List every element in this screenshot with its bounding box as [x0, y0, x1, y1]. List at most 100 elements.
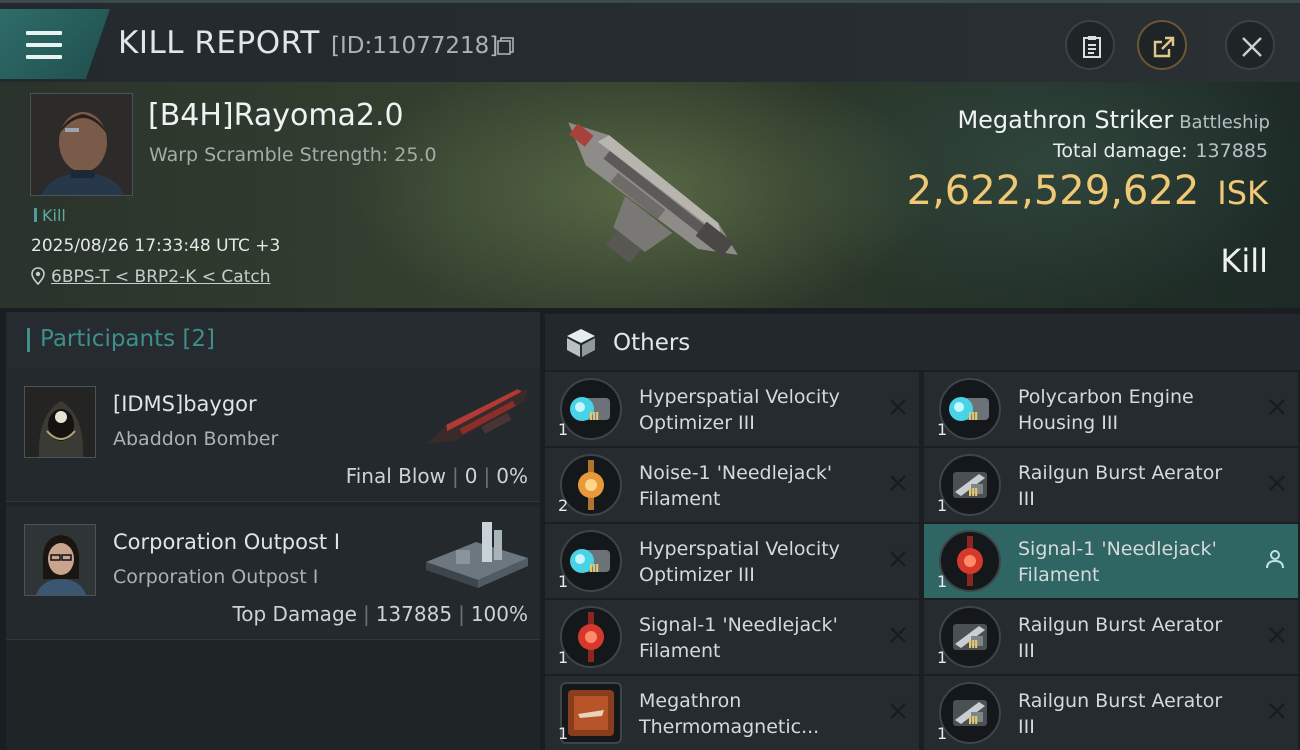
item-row[interactable]: III 1 Hyperspatial Velocity Optimizer III	[545, 524, 919, 598]
item-name: Noise-1 'Needlejack' Filament	[639, 462, 833, 510]
item-quantity: 1	[558, 420, 569, 439]
item-name: Signal-1 'Needlejack' Filament	[1018, 538, 1217, 586]
clipboard-button[interactable]	[1065, 20, 1115, 70]
railgun-rig-icon	[939, 606, 1001, 668]
participant-role: Top Damage	[232, 602, 357, 626]
railgun-rig-icon	[939, 682, 1001, 744]
share-button[interactable]	[1137, 20, 1187, 70]
item-row-selected[interactable]: 1 Signal-1 'Needlejack' Filament	[924, 524, 1298, 598]
item-name: Railgun Burst Aerator III	[1018, 462, 1223, 510]
tech-level: III	[589, 562, 599, 575]
ship-class: Battleship	[1179, 112, 1270, 133]
kill-location[interactable]: 6BPS-T < BRP2-K < Catch	[31, 267, 270, 287]
participant-stats: Final Blow | 0 | 0%	[345, 464, 528, 488]
railgun-rig-icon	[939, 454, 1001, 516]
item-name: Railgun Burst Aerator III	[1018, 690, 1223, 738]
participant-row[interactable]: Corporation Outpost I Corporation Outpos…	[6, 506, 540, 640]
participant-damage: 137885	[375, 602, 453, 626]
copy-icon[interactable]	[497, 37, 515, 55]
close-button[interactable]	[1225, 20, 1275, 70]
item-quantity: 2	[558, 496, 569, 515]
item-row[interactable]: III 1 Railgun Burst Aerator III	[924, 600, 1298, 674]
kill-tag: Kill	[34, 206, 66, 225]
participants-panel: Participants [2] [IDMS]baygor Abaddon Bo…	[6, 312, 540, 750]
participant-ship-image	[426, 522, 528, 588]
filament-orange-icon	[560, 454, 622, 516]
item-quantity: 1	[937, 496, 948, 515]
isk-amount: 2,622,529,622	[906, 168, 1200, 214]
item-name: Railgun Burst Aerator III	[1018, 614, 1223, 662]
isk-value: 2,622,529,622 ISK	[907, 168, 1268, 214]
filament-red-icon	[939, 530, 1001, 592]
item-quantity: 1	[558, 648, 569, 667]
victim-portrait[interactable]	[30, 93, 133, 196]
participants-title: Participants [2]	[40, 326, 215, 352]
item-row[interactable]: 2 Noise-1 'Needlejack' Filament	[545, 448, 919, 522]
participant-percent: 0%	[496, 464, 528, 488]
kill-result: Kill	[1220, 242, 1268, 280]
participant-row[interactable]: [IDMS]baygor Abaddon Bomber Final Blow | 0…	[6, 368, 540, 502]
item-name: Hyperspatial Velocity Optimizer III	[639, 538, 840, 586]
participant-ship: Corporation Outpost I	[113, 566, 319, 588]
item-row[interactable]: III 1 Railgun Burst Aerator III	[924, 448, 1298, 522]
tech-level: III	[968, 714, 978, 727]
others-header: Others	[545, 314, 1300, 370]
rig-icon	[560, 530, 622, 592]
others-title: Others	[613, 330, 691, 356]
participants-header: Participants [2]	[6, 312, 540, 368]
rig-icon	[939, 378, 1001, 440]
victim-ship-image	[568, 122, 738, 264]
menu-button[interactable]	[0, 9, 110, 79]
ship-name: Megathron Striker	[957, 106, 1174, 134]
item-row[interactable]: III 1 Polycarbon Engine Housing III	[924, 372, 1298, 446]
tech-level: III	[968, 638, 978, 651]
item-quantity: 1	[558, 724, 569, 743]
item-name: Megathron Thermomagnetic...	[639, 690, 820, 738]
item-row[interactable]: III 1 Hyperspatial Velocity Optimizer III	[545, 372, 919, 446]
clipboard-icon	[1083, 36, 1101, 58]
item-name: Polycarbon Engine Housing III	[1018, 386, 1194, 434]
participant-ship: Abaddon Bomber	[113, 428, 279, 450]
victim-summary: [B4H]Rayoma2.0 Warp Scramble Strength: 2…	[0, 82, 1300, 308]
item-quantity: 1	[937, 648, 948, 667]
participant-percent: 100%	[470, 602, 528, 626]
destroyed-x-icon	[1269, 627, 1285, 643]
destroyed-x-icon	[890, 627, 906, 643]
item-row[interactable]: 1 Megathron Thermomagnetic...	[545, 676, 919, 750]
location-link[interactable]: 6BPS-T < BRP2-K < Catch	[51, 267, 270, 287]
item-name: Signal-1 'Needlejack' Filament	[639, 614, 838, 662]
participant-name: [IDMS]baygor	[113, 392, 257, 416]
participant-stats: Top Damage | 137885 | 100%	[232, 602, 528, 626]
page-title: KILL REPORT	[118, 25, 320, 61]
victim-ship[interactable]: Megathron Striker Battleship	[957, 106, 1270, 134]
item-name: Hyperspatial Velocity Optimizer III	[639, 386, 840, 434]
participant-ship-image	[427, 389, 528, 445]
others-panel: Others III 1 Hyperspatial Velocity Optimi…	[545, 314, 1300, 750]
kill-id: [ID:11077218]	[331, 33, 499, 59]
destroyed-x-icon	[1269, 703, 1285, 719]
destroyed-x-icon	[890, 399, 906, 415]
blueprint-icon	[560, 682, 622, 744]
destroyed-x-icon	[890, 475, 906, 491]
total-damage-value: 137885	[1195, 140, 1268, 162]
destroyed-x-icon	[890, 551, 906, 567]
item-quantity: 1	[937, 724, 948, 743]
share-icon	[1153, 36, 1175, 58]
participant-role: Final Blow	[345, 464, 447, 488]
total-damage-label: Total damage:	[1053, 140, 1188, 162]
dropped-person-icon	[1266, 550, 1284, 569]
item-row[interactable]: III 1 Railgun Burst Aerator III	[924, 676, 1298, 750]
item-quantity: 1	[937, 572, 948, 591]
location-pin-icon	[31, 267, 45, 285]
hamburger-icon	[26, 31, 62, 59]
destroyed-x-icon	[1269, 475, 1285, 491]
filament-red-icon	[560, 606, 622, 668]
isk-unit: ISK	[1217, 174, 1268, 212]
item-row[interactable]: 1 Signal-1 'Needlejack' Filament	[545, 600, 919, 674]
participant-name: Corporation Outpost I	[113, 530, 341, 554]
warp-scramble: Warp Scramble Strength: 25.0	[149, 144, 437, 166]
victim-name[interactable]: [B4H]Rayoma2.0	[148, 98, 404, 133]
top-bar: KILL REPORT [ID:11077218]	[0, 0, 1300, 82]
destroyed-x-icon	[1269, 399, 1285, 415]
tech-level: III	[968, 486, 978, 499]
